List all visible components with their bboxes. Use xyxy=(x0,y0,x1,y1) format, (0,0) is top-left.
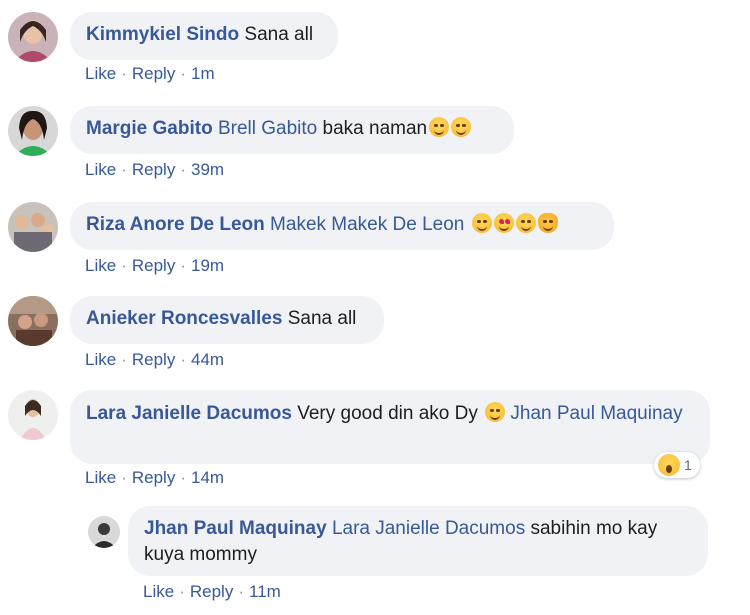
comment-text: Sana all xyxy=(244,24,314,45)
mention-link[interactable]: Lara Janielle Dacumos xyxy=(332,518,525,539)
smile-emoji xyxy=(471,213,492,233)
reply-link[interactable]: Reply xyxy=(132,256,175,275)
reply-link[interactable]: Reply xyxy=(132,350,175,369)
like-link[interactable]: Like xyxy=(85,64,116,83)
avatar[interactable] xyxy=(8,106,58,156)
grin-emoji xyxy=(451,117,472,137)
like-link[interactable]: Like xyxy=(85,468,116,487)
timestamp[interactable]: 11m xyxy=(249,582,281,601)
comment-bubble: Margie Gabito Brell Gabito baka naman xyxy=(70,106,514,154)
comment-author[interactable]: Jhan Paul Maquinay xyxy=(144,518,327,539)
mention-link[interactable]: Brell Gabito xyxy=(218,118,317,139)
comment-text: Very good din ako Dy xyxy=(297,403,478,424)
smile-emoji xyxy=(485,402,506,422)
comment-actions: Like · Reply · 39m xyxy=(85,160,225,179)
comment-author[interactable]: Anieker Roncesvalles xyxy=(86,308,282,329)
timestamp[interactable]: 44m xyxy=(191,350,224,369)
reply-link[interactable]: Reply xyxy=(132,160,175,179)
wow-reaction-icon xyxy=(658,454,680,476)
like-link[interactable]: Like xyxy=(85,350,116,369)
comment-author[interactable]: Kimmykiel Sindo xyxy=(86,24,239,45)
avatar[interactable] xyxy=(88,516,120,548)
avatar[interactable] xyxy=(8,390,58,440)
comment-actions: Like · Reply · 1m xyxy=(85,64,215,83)
like-link[interactable]: Like xyxy=(143,582,174,601)
comment-actions: Like · Reply · 11m xyxy=(143,582,281,601)
like-link[interactable]: Like xyxy=(85,160,116,179)
timestamp[interactable]: 19m xyxy=(191,256,224,275)
comment-bubble: Anieker Roncesvalles Sana all xyxy=(70,296,384,344)
comment-bubble: Riza Anore De Leon Makek Makek De Leon xyxy=(70,202,614,250)
comment-text: baka naman xyxy=(322,118,428,139)
comment-bubble: Jhan Paul Maquinay Lara Janielle Dacumos… xyxy=(128,506,708,576)
heart-eyes-emoji xyxy=(493,213,514,233)
avatar[interactable] xyxy=(8,202,58,252)
avatar[interactable] xyxy=(8,12,58,62)
reply-link[interactable]: Reply xyxy=(132,64,175,83)
comment-actions: Like · Reply · 44m xyxy=(85,350,225,369)
comment-author[interactable]: Riza Anore De Leon xyxy=(86,214,265,235)
comment-author[interactable]: Lara Janielle Dacumos xyxy=(86,403,292,424)
mention-link[interactable]: Jhan Paul Maquinay xyxy=(510,403,682,424)
reaction-count: 1 xyxy=(684,457,692,473)
cat-emoji xyxy=(537,213,558,233)
avatar[interactable] xyxy=(8,296,58,346)
kiss-emoji xyxy=(515,213,536,233)
timestamp[interactable]: 39m xyxy=(191,160,224,179)
comment-actions: Like · Reply · 14m xyxy=(85,468,225,487)
reaction-count-badge[interactable]: 1 xyxy=(654,452,700,478)
mention-link[interactable]: Makek Makek De Leon xyxy=(270,214,464,235)
comment-bubble: Kimmykiel Sindo Sana all xyxy=(70,12,338,60)
timestamp[interactable]: 14m xyxy=(191,468,224,487)
like-link[interactable]: Like xyxy=(85,256,116,275)
comment-bubble: Lara Janielle Dacumos Very good din ako … xyxy=(70,390,710,464)
timestamp[interactable]: 1m xyxy=(191,64,215,83)
comment-text: Sana all xyxy=(287,308,357,329)
comment-actions: Like · Reply · 19m xyxy=(85,256,225,275)
comment-author[interactable]: Margie Gabito xyxy=(86,118,213,139)
grin-emoji xyxy=(429,117,450,137)
reply-link[interactable]: Reply xyxy=(190,582,233,601)
reply-link[interactable]: Reply xyxy=(132,468,175,487)
